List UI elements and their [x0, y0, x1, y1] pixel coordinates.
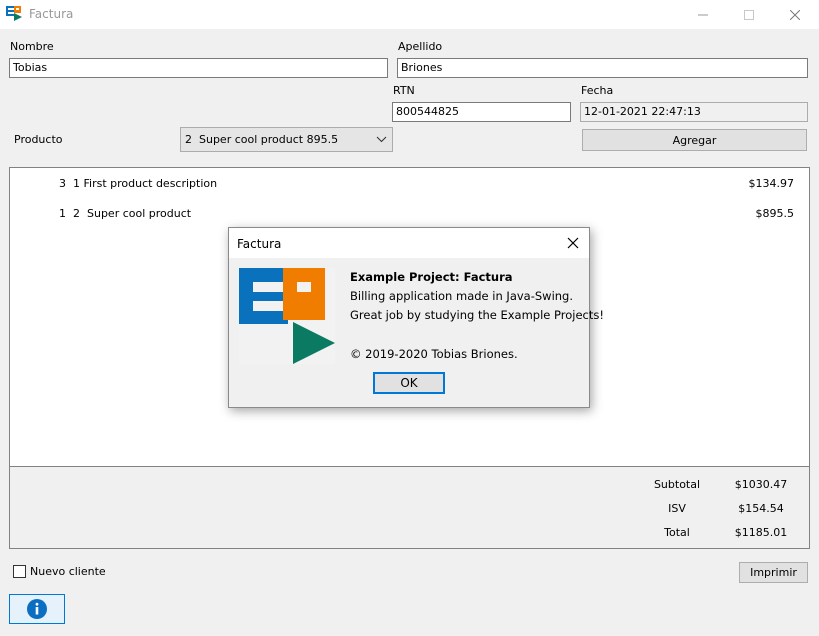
- ok-button[interactable]: OK: [373, 372, 445, 394]
- nuevo-cliente-label: Nuevo cliente: [30, 565, 106, 578]
- producto-label: Producto: [14, 133, 63, 146]
- maximize-button[interactable]: [726, 0, 772, 29]
- maximize-icon: [744, 9, 754, 20]
- item-description: 1 2 Super cool product: [59, 207, 192, 220]
- apellido-label: Apellido: [398, 40, 443, 53]
- isv-value: $154.54: [738, 502, 784, 515]
- info-icon: [27, 599, 47, 619]
- subtotal-label: Subtotal: [653, 478, 701, 491]
- dialog-close-icon[interactable]: [565, 235, 581, 251]
- minimize-button[interactable]: [680, 0, 726, 29]
- dialog-copyright: © 2019-2020 Tobias Briones.: [350, 347, 518, 361]
- item-price: $895.5: [755, 207, 795, 220]
- app-logo-icon: [239, 268, 335, 364]
- fecha-label: Fecha: [581, 84, 614, 97]
- chevron-down-icon: [376, 136, 387, 143]
- minimize-icon: [698, 14, 708, 15]
- subtotal-value: $1030.47: [734, 478, 788, 491]
- totals-panel: Subtotal $1030.47 ISV $154.54 Total $118…: [9, 466, 810, 549]
- window-titlebar: Factura: [0, 0, 819, 29]
- producto-selected-value: 2 Super cool product 895.5: [185, 133, 339, 146]
- isv-label: ISV: [668, 502, 686, 515]
- rtn-label: RTN: [393, 84, 415, 97]
- about-dialog: Factura Example Project: Factura Billing…: [228, 227, 604, 408]
- close-icon: [790, 9, 800, 20]
- item-description: 3 1 First product description: [59, 177, 218, 190]
- list-item: 3 1 First product description $134.97: [10, 177, 809, 193]
- fecha-field: 12-01-2021 22:47:13: [580, 102, 808, 122]
- app-logo-icon: [6, 6, 22, 21]
- nuevo-cliente-checkbox[interactable]: [13, 565, 26, 578]
- nombre-label: Nombre: [10, 40, 54, 53]
- window-title: Factura: [29, 7, 74, 21]
- item-price: $134.97: [748, 177, 795, 190]
- dialog-line-1: Billing application made in Java-Swing.: [350, 289, 574, 303]
- list-item: 1 2 Super cool product $895.5: [10, 207, 809, 223]
- imprimir-button[interactable]: Imprimir: [739, 562, 808, 583]
- dialog-heading: Example Project: Factura: [350, 270, 513, 284]
- info-button[interactable]: [9, 594, 65, 624]
- dialog-titlebar: Factura: [229, 228, 589, 258]
- total-value: $1185.01: [734, 526, 788, 539]
- close-window-button[interactable]: [772, 0, 818, 29]
- agregar-button[interactable]: Agregar: [582, 129, 807, 151]
- dialog-line-2: Great job by studying the Example Projec…: [350, 308, 604, 322]
- producto-select[interactable]: 2 Super cool product 895.5: [180, 127, 393, 152]
- nombre-field[interactable]: Tobias: [9, 58, 388, 78]
- rtn-field[interactable]: 800544825: [392, 102, 571, 122]
- dialog-title: Factura: [237, 237, 282, 251]
- apellido-field[interactable]: Briones: [397, 58, 808, 78]
- total-label: Total: [664, 526, 690, 539]
